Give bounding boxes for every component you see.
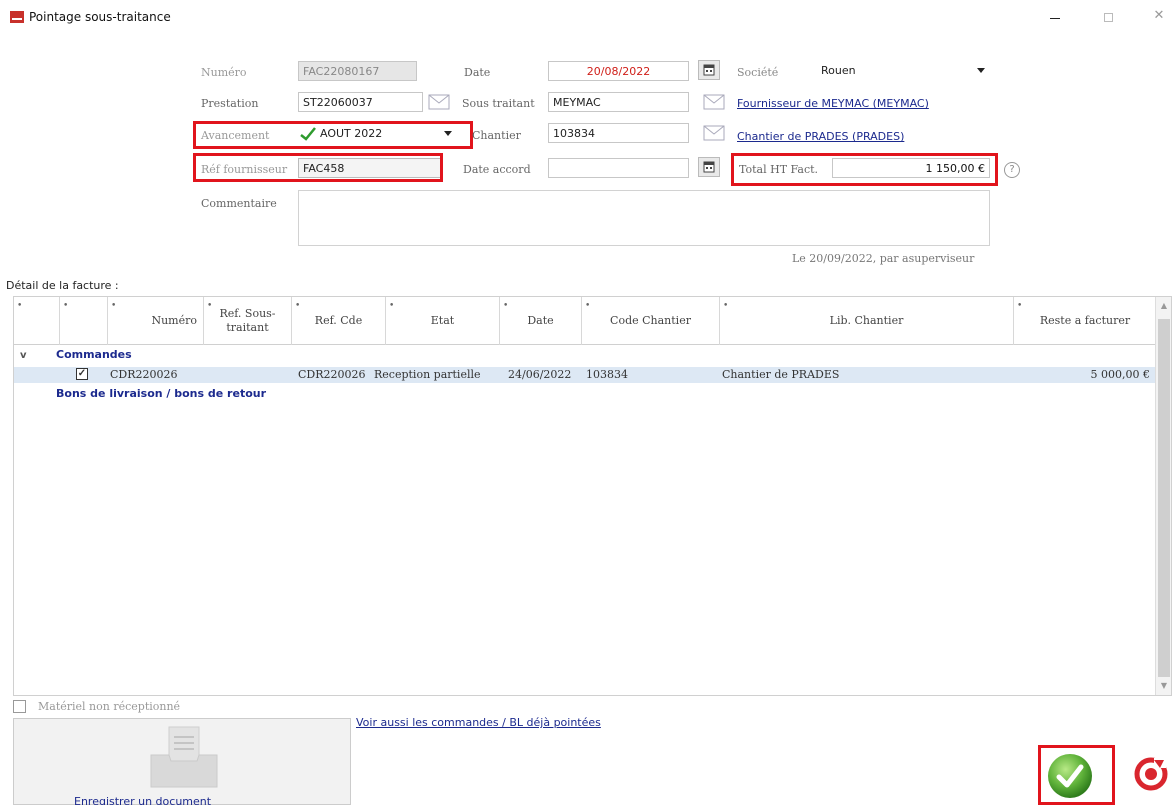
row-checkbox[interactable]: ✓ (76, 368, 88, 380)
avancement-label: Avancement (201, 129, 270, 142)
mail-icon[interactable] (703, 93, 725, 111)
chantier-link[interactable]: Chantier de PRADES (PRADES) (737, 130, 904, 143)
cell-code-chantier: 103834 (586, 368, 628, 381)
ref-fournisseur-label: Réf fournisseur (201, 163, 288, 176)
ref-fournisseur-field[interactable]: FAC458 (298, 158, 441, 178)
column-header-date[interactable]: • Date (500, 297, 582, 345)
date-label: Date (464, 66, 491, 79)
total-ht-field[interactable]: 1 150,00 € (832, 158, 990, 178)
column-header-ref-cde[interactable]: • Ref. Cde (292, 297, 386, 345)
avancement-value: AOUT 2022 (320, 127, 383, 140)
column-header-reste[interactable]: • Reste a facturer (1014, 297, 1156, 345)
group-row-bons[interactable]: Bons de livraison / bons de retour (14, 387, 1156, 403)
materiel-label: Matériel non réceptionné (38, 700, 181, 713)
window-title: Pointage sous-traitance (29, 10, 171, 24)
cell-numero: CDR220026 (110, 368, 178, 381)
group-label-commandes: Commandes (56, 348, 132, 361)
cancel-button[interactable] (1134, 754, 1168, 794)
scroll-thumb[interactable] (1158, 319, 1170, 677)
prestation-field[interactable]: ST22060037 (298, 92, 423, 112)
total-ht-label: Total HT Fact. (739, 163, 819, 176)
chevron-down-icon (444, 131, 452, 136)
cell-lib-chantier: Chantier de PRADES (722, 368, 840, 381)
title-bar: Pointage sous-traitance ✕ (0, 0, 1174, 38)
document-dropzone[interactable]: Enregistrer un document (13, 718, 351, 805)
table-row[interactable]: ✓ CDR220026 CDR220026 Reception partiell… (14, 367, 1156, 383)
group-row-commandes[interactable]: v Commandes (14, 348, 1156, 364)
avancement-select[interactable]: AOUT 2022 (298, 124, 458, 144)
date-accord-field[interactable] (548, 158, 689, 178)
chantier-label: Chantier (472, 129, 521, 142)
grid-scrollbar[interactable]: ▲ ▼ (1155, 297, 1171, 695)
numero-field: FAC22080167 (298, 61, 417, 81)
column-header-check[interactable]: • (60, 297, 108, 345)
prestation-label: Prestation (201, 97, 259, 110)
detail-facture-title: Détail de la facture : (6, 279, 119, 292)
cell-etat: Reception partielle (374, 368, 481, 381)
column-header-expand[interactable]: • (14, 297, 60, 345)
column-header-ref-sous-traitant[interactable]: • Ref. Sous-traitant (204, 297, 292, 345)
column-header-etat[interactable]: • Etat (386, 297, 500, 345)
commentaire-label: Commentaire (201, 197, 277, 210)
column-header-code-chantier[interactable]: • Code Chantier (582, 297, 720, 345)
group-label-bons: Bons de livraison / bons de retour (56, 387, 267, 400)
see-also-link[interactable]: Voir aussi les commandes / BL déjà point… (356, 716, 601, 729)
commentaire-textarea[interactable] (298, 190, 990, 246)
fournisseur-link[interactable]: Fournisseur de MEYMAC (MEYMAC) (737, 97, 929, 110)
chevron-down-icon (977, 68, 985, 73)
mail-icon[interactable] (703, 124, 725, 142)
numero-label: Numéro (201, 66, 247, 79)
checkmark-icon (300, 127, 316, 141)
maximize-button[interactable] (1097, 8, 1119, 28)
materiel-checkbox[interactable] (13, 700, 26, 713)
validate-button[interactable] (1046, 752, 1094, 800)
scroll-up-icon[interactable]: ▲ (1159, 301, 1169, 311)
detail-grid: • • • Numéro • Ref. Sous-traitant • Ref. Cd… (13, 296, 1172, 696)
mail-icon[interactable] (428, 93, 450, 111)
cell-ref-cde: CDR220026 (298, 368, 366, 381)
date-field[interactable]: 20/08/2022 (548, 61, 689, 81)
sous-traitant-label: Sous traitant (462, 97, 535, 110)
column-header-lib-chantier[interactable]: • Lib. Chantier (720, 297, 1014, 345)
modification-stamp: Le 20/09/2022, par asuperviseur (792, 252, 975, 265)
grid-header: • • • Numéro • Ref. Sous-traitant • Ref. Cd… (14, 297, 1156, 345)
sous-traitant-field[interactable]: MEYMAC (548, 92, 689, 112)
date-accord-label: Date accord (463, 163, 531, 176)
close-button[interactable]: ✕ (1148, 8, 1170, 28)
help-icon[interactable]: ? (1004, 162, 1020, 178)
chevron-down-icon[interactable]: v (20, 350, 27, 361)
enregistrer-document-label[interactable]: Enregistrer un document (74, 795, 211, 805)
app-logo-icon (10, 11, 24, 23)
cell-reste: 5 000,00 € (1090, 368, 1150, 381)
column-header-numero[interactable]: • Numéro (108, 297, 204, 345)
scroll-down-icon[interactable]: ▼ (1159, 681, 1169, 691)
societe-select[interactable]: Rouen (817, 61, 991, 81)
date-accord-calendar-icon[interactable] (698, 157, 720, 177)
cell-date: 24/06/2022 (508, 368, 572, 381)
date-calendar-icon[interactable] (698, 60, 720, 80)
minimize-button[interactable] (1044, 8, 1066, 28)
chantier-field[interactable]: 103834 (548, 123, 689, 143)
document-icon (150, 726, 218, 788)
societe-label: Société (737, 66, 779, 79)
societe-value: Rouen (821, 64, 856, 77)
